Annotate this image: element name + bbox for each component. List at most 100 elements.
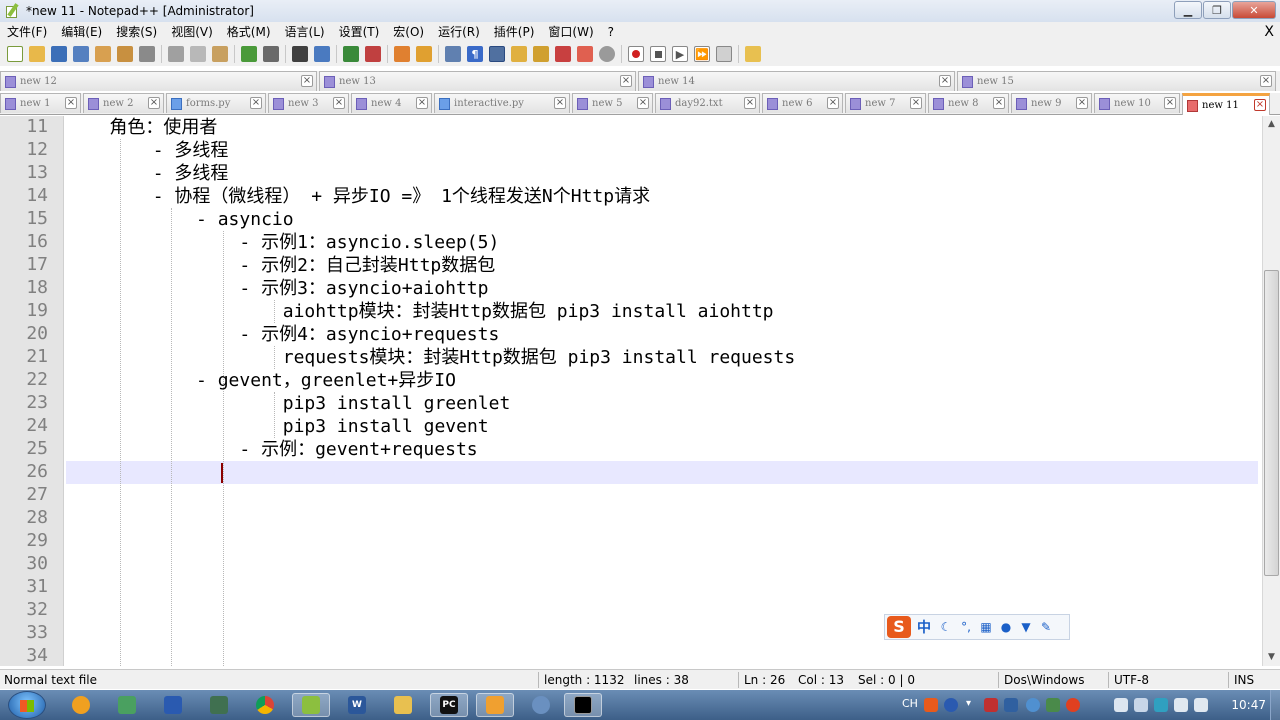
taskbar-chrome[interactable]	[246, 693, 284, 717]
new-file-icon[interactable]	[7, 46, 23, 62]
function-list-icon[interactable]	[533, 46, 549, 62]
tab-new-11[interactable]: new 11 ×	[1182, 93, 1270, 115]
close-tab-icon[interactable]: ×	[416, 97, 428, 109]
stop-macro-icon[interactable]	[650, 46, 666, 62]
close-document-button[interactable]: X	[1264, 22, 1274, 42]
ime-mode-toggle[interactable]: 中	[917, 617, 931, 637]
word-wrap-icon[interactable]	[445, 46, 461, 62]
tab-new-15[interactable]: new 15 ×	[957, 71, 1276, 91]
close-tab-icon[interactable]: ×	[554, 97, 566, 109]
clock[interactable]: 10:47	[1231, 698, 1266, 712]
device-icon[interactable]	[1114, 698, 1128, 712]
close-tab-icon[interactable]: ×	[939, 75, 951, 87]
menu-file[interactable]: 文件(F)	[0, 22, 54, 42]
zoom-in-icon[interactable]	[343, 46, 359, 62]
open-file-icon[interactable]	[29, 46, 45, 62]
tab-new-12[interactable]: new 12 ×	[0, 71, 317, 91]
minimize-button[interactable]: ▁	[1174, 1, 1202, 19]
tray-tool-icon[interactable]	[1046, 698, 1060, 712]
save-macro-icon[interactable]	[716, 46, 732, 62]
taskbar-pycharm[interactable]: PC	[430, 693, 468, 717]
help-icon[interactable]	[944, 698, 958, 712]
menu-view[interactable]: 视图(V)	[164, 22, 220, 42]
tab-new-2[interactable]: new 2 ×	[83, 93, 164, 113]
shirt-icon[interactable]: ▼	[1019, 620, 1033, 634]
moon-icon[interactable]: ☾	[939, 620, 953, 634]
menu-plugins[interactable]: 插件(P)	[487, 22, 542, 42]
menu-macro[interactable]: 宏(O)	[386, 22, 431, 42]
undo-icon[interactable]	[241, 46, 257, 62]
vertical-scrollbar[interactable]: ▲ ▼	[1262, 116, 1280, 666]
scroll-up-icon[interactable]: ▲	[1263, 116, 1280, 133]
network-status-icon[interactable]	[1174, 698, 1188, 712]
bluetooth-icon[interactable]	[1026, 698, 1040, 712]
volume-icon[interactable]	[1194, 698, 1208, 712]
document-list-icon[interactable]	[577, 46, 593, 62]
tab-new-4[interactable]: new 4 ×	[351, 93, 432, 113]
close-tab-icon[interactable]: ×	[910, 97, 922, 109]
close-tab-icon[interactable]: ×	[1260, 75, 1272, 87]
sync-horizontal-icon[interactable]	[416, 46, 432, 62]
menu-window[interactable]: 窗口(W)	[541, 22, 600, 42]
zoom-out-icon[interactable]	[365, 46, 381, 62]
sogou-tray-icon[interactable]	[924, 698, 938, 712]
record-macro-icon[interactable]	[628, 46, 644, 62]
sync-vertical-icon[interactable]	[394, 46, 410, 62]
taskbar-save-tool[interactable]	[154, 693, 192, 717]
show-all-chars-icon[interactable]: ¶	[467, 46, 483, 62]
plugin-icon[interactable]	[745, 46, 761, 62]
input-language[interactable]: CH	[902, 697, 918, 710]
menu-language[interactable]: 语言(L)	[278, 22, 332, 42]
menu-help[interactable]: ?	[601, 22, 621, 42]
taskbar-notepad-plus-plus[interactable]	[292, 693, 330, 717]
security-icon[interactable]	[1154, 698, 1168, 712]
close-tab-icon[interactable]: ×	[148, 97, 160, 109]
close-tab-icon[interactable]: ×	[637, 97, 649, 109]
paste-icon[interactable]	[212, 46, 228, 62]
close-tab-icon[interactable]: ×	[993, 97, 1005, 109]
indent-guide-icon[interactable]	[489, 46, 505, 62]
tray-app-icon[interactable]	[1004, 698, 1018, 712]
sogou-logo-icon[interactable]: S	[887, 616, 911, 638]
replace-icon[interactable]	[314, 46, 330, 62]
menu-run[interactable]: 运行(R)	[431, 22, 487, 42]
tab-forms-py[interactable]: forms.py ×	[166, 93, 266, 113]
user-icon[interactable]: ●	[999, 620, 1013, 634]
taskbar-cmd[interactable]	[564, 693, 602, 717]
taskbar-network[interactable]	[522, 693, 560, 717]
close-file-icon[interactable]	[95, 46, 111, 62]
start-button[interactable]	[8, 691, 46, 719]
close-tab-icon[interactable]: ×	[301, 75, 313, 87]
save-all-icon[interactable]	[73, 46, 89, 62]
close-tab-icon[interactable]: ×	[827, 97, 839, 109]
taskbar-word[interactable]: W	[338, 693, 376, 717]
monitor-icon[interactable]	[1134, 698, 1148, 712]
run-macro-multiple-icon[interactable]: ⏩	[694, 46, 710, 62]
tab-interactive-py[interactable]: interactive.py ×	[434, 93, 570, 113]
close-tab-icon[interactable]: ×	[333, 97, 345, 109]
find-icon[interactable]	[292, 46, 308, 62]
tab-new-5[interactable]: new 5 ×	[572, 93, 653, 113]
tab-new-14[interactable]: new 14 ×	[638, 71, 955, 91]
print-icon[interactable]	[139, 46, 155, 62]
wrench-icon[interactable]: ✎	[1039, 620, 1053, 634]
taskbar-firefox[interactable]	[62, 693, 100, 717]
copy-icon[interactable]	[190, 46, 206, 62]
close-tab-icon[interactable]: ×	[65, 97, 77, 109]
close-tab-icon[interactable]: ×	[1254, 99, 1266, 111]
text-area[interactable]: 角色：使用者 - 多线程 - 多线程 - 协程（微线程） + 异步IO =》 1…	[66, 116, 1262, 666]
save-icon[interactable]	[51, 46, 67, 62]
menu-edit[interactable]: 编辑(E)	[54, 22, 109, 42]
ime-toolbar[interactable]: S 中 ☾ °, ▦ ● ▼ ✎	[884, 614, 1070, 640]
monitoring-icon[interactable]	[599, 46, 615, 62]
play-macro-icon[interactable]: ▶	[672, 46, 688, 62]
tab-new-10[interactable]: new 10 ×	[1094, 93, 1180, 113]
taskbar-tool[interactable]	[200, 693, 238, 717]
doc-map-icon[interactable]	[511, 46, 527, 62]
tab-day92-txt[interactable]: day92.txt ×	[655, 93, 760, 113]
close-tab-icon[interactable]: ×	[1076, 97, 1088, 109]
restore-button[interactable]: ❐	[1203, 1, 1231, 19]
taskbar-app[interactable]	[476, 693, 514, 717]
close-tab-icon[interactable]: ×	[250, 97, 262, 109]
tab-new-6[interactable]: new 6 ×	[762, 93, 843, 113]
